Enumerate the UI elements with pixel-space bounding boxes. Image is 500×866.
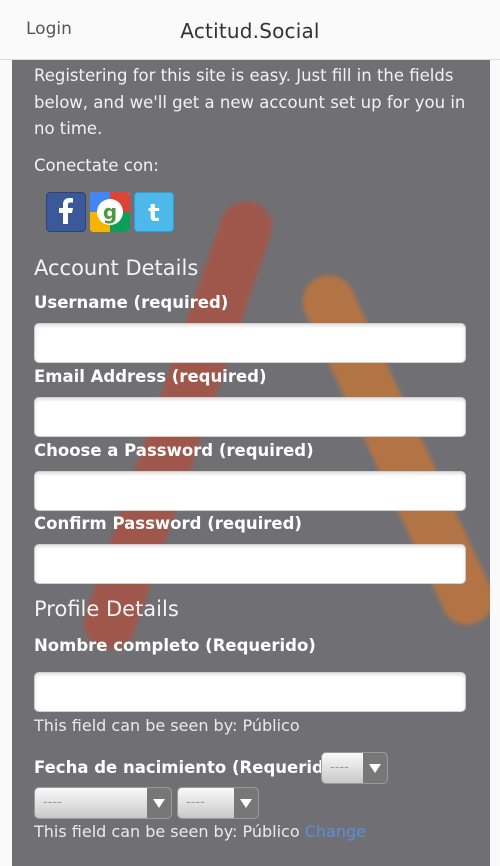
birth-day-select[interactable]: ---- xyxy=(321,752,388,784)
birthdate-label: Fecha de nacimiento (Requerido) xyxy=(34,758,343,777)
facebook-icon[interactable] xyxy=(46,192,86,232)
username-input[interactable] xyxy=(34,323,466,363)
birth-year-value: ---- xyxy=(186,795,205,810)
birth-month-value: ---- xyxy=(43,795,62,810)
twitter-icon[interactable]: t xyxy=(134,192,174,232)
account-details-heading: Account Details xyxy=(34,256,199,280)
birth-day-value: ---- xyxy=(330,760,349,775)
change-visibility-link[interactable]: Change xyxy=(305,822,366,841)
email-label: Email Address (required) xyxy=(34,367,267,386)
birth-month-select[interactable]: ---- xyxy=(34,787,172,819)
email-input[interactable] xyxy=(34,397,466,437)
registration-panel: Registering for this site is easy. Just … xyxy=(12,60,490,866)
password-label: Choose a Password (required) xyxy=(34,441,314,460)
site-title-text: Actitud.Social xyxy=(180,19,320,43)
google-icon[interactable]: g xyxy=(90,192,130,232)
username-label: Username (required) xyxy=(34,293,229,312)
chevron-down-icon xyxy=(234,788,258,818)
password-input[interactable] xyxy=(34,471,466,511)
birthdate-visibility-text: This field can be seen by: Público xyxy=(34,822,300,841)
fullname-input[interactable] xyxy=(34,672,466,712)
birthdate-visibility-note: This field can be seen by: Público Chang… xyxy=(34,822,366,841)
intro-text: Registering for this site is easy. Just … xyxy=(34,66,466,138)
chevron-down-icon xyxy=(147,788,171,818)
fullname-label: Nombre completo (Requerido) xyxy=(34,636,316,655)
confirm-password-label: Confirm Password (required) xyxy=(34,514,302,533)
svg-text:g: g xyxy=(103,200,117,224)
social-connect-label: Conectate con: xyxy=(34,156,159,175)
chevron-down-icon xyxy=(363,753,387,783)
profile-details-heading: Profile Details xyxy=(34,597,179,621)
birth-year-select[interactable]: ---- xyxy=(177,787,259,819)
site-title: Actitud.Social xyxy=(0,19,500,43)
confirm-password-input[interactable] xyxy=(34,544,466,584)
svg-text:t: t xyxy=(148,199,159,227)
top-bar: Login Actitud.Social xyxy=(0,0,500,60)
fullname-visibility-note: This field can be seen by: Público xyxy=(34,716,300,735)
